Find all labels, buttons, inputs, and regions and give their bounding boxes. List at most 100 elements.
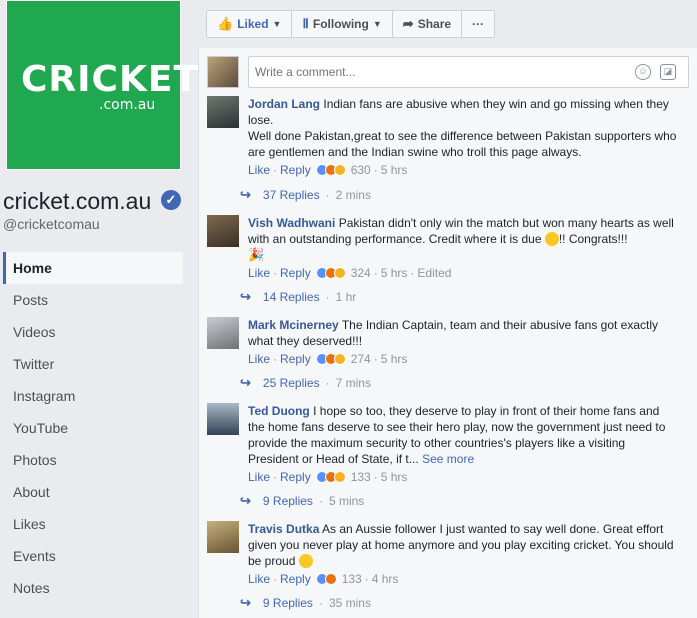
replies-time: 35 mins bbox=[328, 596, 371, 610]
comment-text-line2: Well done Pakistan,great to see the diff… bbox=[248, 129, 677, 159]
reactions-icon[interactable] bbox=[315, 267, 346, 279]
sticker-icon[interactable]: ◪ bbox=[660, 64, 676, 80]
replies-row[interactable]: ↪ 14 Replies · 1 hr bbox=[240, 289, 356, 305]
page-sidebar: CRICKET .com.au cricket.com.au ✓ @cricke… bbox=[0, 0, 198, 618]
nav-item-about[interactable]: About bbox=[3, 476, 183, 508]
page-handle[interactable]: @cricketcomau bbox=[3, 216, 100, 232]
more-options-button[interactable]: ··· bbox=[462, 11, 494, 37]
replies-link[interactable]: 9 Replies bbox=[263, 596, 313, 610]
comment-box[interactable]: ☺ ◪ bbox=[248, 56, 689, 88]
reply-link[interactable]: Reply bbox=[280, 571, 311, 587]
edited-label[interactable]: Edited bbox=[417, 265, 451, 281]
reaction-count[interactable]: 133 bbox=[342, 571, 362, 587]
more-icon: ··· bbox=[472, 17, 485, 31]
comment-meta: Like · Reply 133 · 4 hrs bbox=[248, 571, 399, 587]
reply-arrow-icon: ↪ bbox=[240, 289, 251, 304]
reactions-icon[interactable] bbox=[315, 353, 346, 365]
nav-item-youtube[interactable]: YouTube bbox=[3, 412, 183, 444]
like-link[interactable]: Like bbox=[248, 265, 270, 281]
avatar[interactable] bbox=[207, 96, 239, 128]
emoji-icon[interactable]: ☺ bbox=[635, 64, 651, 80]
like-link[interactable]: Like bbox=[248, 469, 270, 485]
reply-link[interactable]: Reply bbox=[280, 351, 311, 367]
replies-row[interactable]: ↪ 25 Replies · 7 mins bbox=[240, 375, 371, 391]
replies-link[interactable]: 37 Replies bbox=[263, 188, 320, 202]
comment-time[interactable]: 5 hrs bbox=[381, 351, 408, 367]
reply-arrow-icon: ↪ bbox=[240, 493, 251, 508]
smile-emoji-icon bbox=[298, 554, 313, 568]
replies-time: 5 mins bbox=[328, 494, 365, 508]
rss-icon: Ⅱ bbox=[302, 16, 309, 31]
comment-author[interactable]: Mark Mcinerney bbox=[248, 318, 339, 332]
comment-text-after: !! Congrats!!! bbox=[558, 232, 628, 246]
nav-item-home[interactable]: Home bbox=[3, 252, 183, 284]
replies-link[interactable]: 9 Replies bbox=[263, 494, 313, 508]
verified-badge-icon: ✓ bbox=[161, 190, 181, 210]
nav-item-twitter[interactable]: Twitter bbox=[3, 348, 183, 380]
thumbs-up-icon: 👍 bbox=[217, 16, 234, 31]
reactions-icon[interactable] bbox=[315, 164, 346, 176]
nav-item-posts[interactable]: Posts bbox=[3, 284, 183, 316]
replies-time: 1 hr bbox=[335, 290, 357, 304]
share-button[interactable]: ➦ Share bbox=[393, 11, 463, 37]
following-label: Following bbox=[312, 17, 369, 31]
share-label: Share bbox=[417, 17, 452, 31]
comment-input[interactable] bbox=[255, 65, 615, 79]
page-nav: Home Posts Videos Twitter Instagram YouT… bbox=[3, 252, 183, 604]
reaction-count[interactable]: 133 bbox=[351, 469, 371, 485]
page-action-bar: 👍 Liked ▼ Ⅱ Following ▼ ➦ Share ··· bbox=[206, 10, 496, 38]
like-link[interactable]: Like bbox=[248, 162, 270, 178]
page-title[interactable]: cricket.com.au bbox=[3, 188, 151, 215]
reply-link[interactable]: Reply bbox=[280, 469, 311, 485]
share-arrow-icon: ➦ bbox=[402, 16, 414, 31]
comment-time[interactable]: 4 hrs bbox=[372, 571, 399, 587]
reaction-count[interactable]: 324 bbox=[351, 265, 371, 281]
liked-button[interactable]: 👍 Liked ▼ bbox=[207, 11, 293, 37]
comment-meta: Like · Reply 324 · 5 hrs · Edited bbox=[248, 265, 452, 281]
replies-row[interactable]: ↪ 9 Replies · 5 mins bbox=[240, 493, 364, 509]
chevron-down-icon: ▼ bbox=[272, 19, 282, 29]
comment-body: Mark Mcinerney The Indian Captain, team … bbox=[248, 317, 678, 367]
reaction-count[interactable]: 274 bbox=[351, 351, 371, 367]
logo-sub-text: .com.au bbox=[99, 97, 156, 113]
nav-item-likes[interactable]: Likes bbox=[3, 508, 183, 540]
comment-time[interactable]: 5 hrs bbox=[381, 469, 408, 485]
comment-author[interactable]: Jordan Lang bbox=[248, 97, 320, 111]
reply-arrow-icon: ↪ bbox=[240, 595, 251, 610]
comment-body: Ted Duong I hope so too, they deserve to… bbox=[248, 403, 678, 485]
see-more-link[interactable]: See more bbox=[422, 452, 474, 466]
comment-meta: Like · Reply 274 · 5 hrs bbox=[248, 351, 408, 367]
reply-link[interactable]: Reply bbox=[280, 265, 311, 281]
avatar[interactable] bbox=[207, 403, 239, 435]
reactions-icon[interactable] bbox=[315, 471, 346, 483]
chevron-down-icon: ▼ bbox=[372, 19, 382, 29]
replies-link[interactable]: 25 Replies bbox=[263, 376, 320, 390]
replies-row[interactable]: ↪ 9 Replies · 35 mins bbox=[240, 595, 371, 611]
avatar bbox=[207, 56, 239, 88]
comment-author[interactable]: Ted Duong bbox=[248, 404, 310, 418]
nav-item-videos[interactable]: Videos bbox=[3, 316, 183, 348]
page-profile-logo[interactable]: CRICKET .com.au bbox=[6, 0, 198, 170]
following-button[interactable]: Ⅱ Following ▼ bbox=[292, 11, 393, 37]
like-link[interactable]: Like bbox=[248, 571, 270, 587]
reply-link[interactable]: Reply bbox=[280, 162, 311, 178]
replies-time: 2 mins bbox=[335, 188, 371, 202]
like-link[interactable]: Like bbox=[248, 351, 270, 367]
avatar[interactable] bbox=[207, 215, 239, 247]
avatar[interactable] bbox=[207, 317, 239, 349]
comment-time[interactable]: 5 hrs bbox=[381, 162, 408, 178]
nav-item-notes[interactable]: Notes bbox=[3, 572, 183, 604]
comment-author[interactable]: Travis Dutka bbox=[248, 522, 319, 536]
replies-row[interactable]: ↪ 37 Replies · 2 mins bbox=[240, 187, 371, 203]
nav-item-events[interactable]: Events bbox=[3, 540, 183, 572]
nav-item-instagram[interactable]: Instagram bbox=[3, 380, 183, 412]
comment-time[interactable]: 5 hrs bbox=[381, 265, 408, 281]
nav-item-photos[interactable]: Photos bbox=[3, 444, 183, 476]
replies-time: 7 mins bbox=[335, 376, 371, 390]
reactions-icon[interactable] bbox=[315, 573, 337, 585]
avatar[interactable] bbox=[207, 521, 239, 553]
reaction-count[interactable]: 630 bbox=[351, 162, 371, 178]
comment-author[interactable]: Vish Wadhwani bbox=[248, 216, 335, 230]
replies-link[interactable]: 14 Replies bbox=[263, 290, 320, 304]
smile-emoji-icon bbox=[544, 232, 559, 246]
